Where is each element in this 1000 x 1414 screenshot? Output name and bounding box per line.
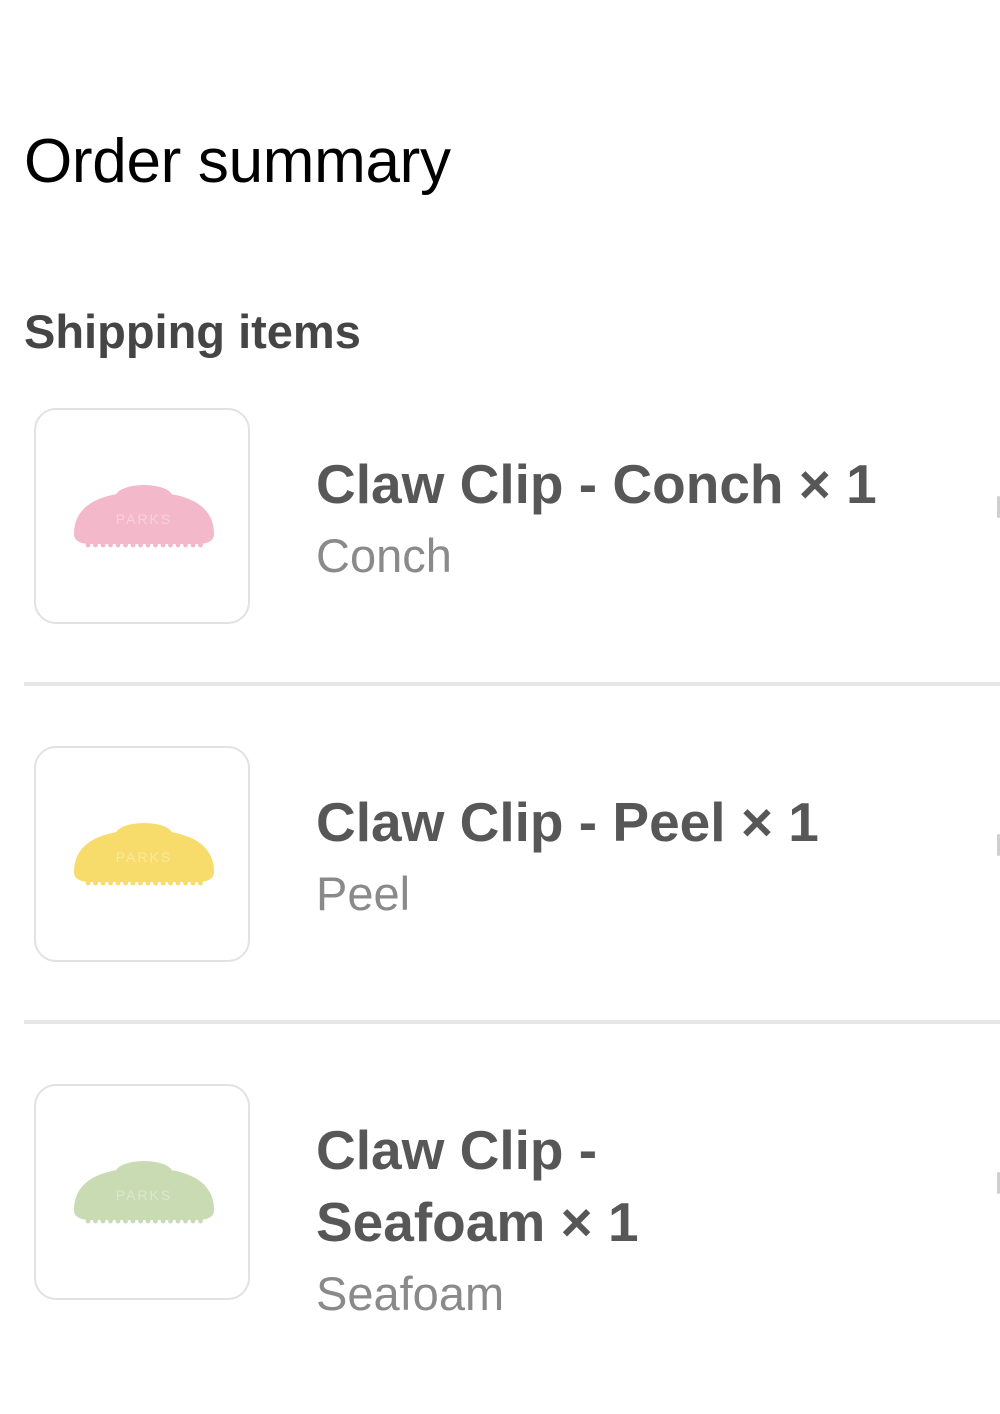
clip-tooth	[198, 542, 203, 548]
product-thumbnail: PARKS	[34, 1084, 250, 1300]
clip-tooth	[85, 1218, 91, 1224]
divider	[24, 682, 1000, 686]
clip-tooth	[93, 880, 98, 886]
clip-tooth	[123, 542, 128, 548]
clip-tooth	[183, 1218, 188, 1224]
item-name: Claw Clip - Peel × 1	[316, 791, 819, 853]
svg-text:PARKS: PARKS	[116, 511, 172, 527]
clip-tooth	[138, 1218, 143, 1224]
clip-tooth	[198, 1218, 203, 1224]
list-item[interactable]: PARKS Claw Clip - Conch × 1 Conch	[0, 400, 1000, 738]
clip-tooth	[153, 1218, 158, 1224]
clip-tooth	[183, 880, 188, 886]
clip-tooth	[175, 542, 181, 548]
list-item[interactable]: PARKS Claw Clip - Peel × 1 Peel	[0, 738, 1000, 1076]
svg-text:PARKS: PARKS	[116, 849, 172, 865]
clip-tooth	[85, 542, 91, 548]
clip-tooth	[108, 542, 113, 548]
clip-tooth	[190, 880, 196, 886]
clip-tooth	[190, 542, 196, 548]
product-thumbnail: PARKS	[34, 408, 250, 624]
clip-tooth	[93, 1218, 98, 1224]
clip-tooth	[130, 880, 136, 886]
item-name: Claw Clip - Conch × 1	[316, 453, 877, 515]
clip-tooth	[145, 542, 151, 548]
item-details: Claw Clip - Seafoam × 1 Seafoam	[316, 1114, 646, 1326]
svg-text:PARKS: PARKS	[116, 1187, 172, 1203]
clip-tooth	[190, 1218, 196, 1224]
clip-tooth	[138, 880, 143, 886]
clip-tooth	[108, 880, 113, 886]
clip-tooth	[85, 880, 91, 886]
clip-tooth	[145, 880, 151, 886]
item-name: Claw Clip - Seafoam × 1	[316, 1119, 639, 1253]
item-variant: Seafoam	[316, 1267, 505, 1320]
clip-tooth	[168, 880, 173, 886]
clip-tooth	[138, 542, 143, 548]
list-item[interactable]: PARKS Claw Clip - Seafoam × 1 Seafoam	[0, 1076, 1000, 1414]
clip-tooth	[130, 542, 136, 548]
clip-tooth	[115, 542, 121, 548]
clip-tooth	[123, 1218, 128, 1224]
clip-tooth	[100, 542, 106, 548]
claw-clip-image: PARKS	[74, 485, 214, 548]
clip-tooth	[115, 1218, 121, 1224]
clip-tooth	[93, 542, 98, 548]
clip-tooth	[100, 1218, 106, 1224]
item-variant: Conch	[316, 529, 452, 582]
divider	[24, 1020, 1000, 1024]
clip-tooth	[153, 880, 158, 886]
item-variant: Peel	[316, 867, 411, 920]
clip-tooth	[108, 1218, 113, 1224]
clip-tooth	[183, 542, 188, 548]
clip-tooth	[198, 880, 203, 886]
clip-tooth	[153, 542, 158, 548]
clip-tooth	[115, 880, 121, 886]
shipping-items-list: PARKS Claw Clip - Conch × 1 Conch PARKS …	[0, 400, 1000, 1414]
clip-tooth	[145, 1218, 151, 1224]
claw-clip-image: PARKS	[74, 1161, 214, 1224]
claw-clip-image: PARKS	[74, 823, 214, 886]
clip-tooth	[100, 880, 106, 886]
item-details: Claw Clip - Conch × 1 Conch	[316, 448, 956, 588]
clip-tooth	[168, 542, 173, 548]
item-details: Claw Clip - Peel × 1 Peel	[316, 786, 956, 926]
clip-tooth	[175, 880, 181, 886]
product-thumbnail: PARKS	[34, 746, 250, 962]
clip-tooth	[160, 1218, 166, 1224]
clip-tooth	[160, 542, 166, 548]
clip-tooth	[168, 1218, 173, 1224]
section-heading-shipping-items: Shipping items	[24, 305, 361, 358]
clip-tooth	[123, 880, 128, 886]
clip-tooth	[130, 1218, 136, 1224]
clip-tooth	[160, 880, 166, 886]
page-title: Order summary	[24, 127, 451, 196]
clip-tooth	[175, 1218, 181, 1224]
